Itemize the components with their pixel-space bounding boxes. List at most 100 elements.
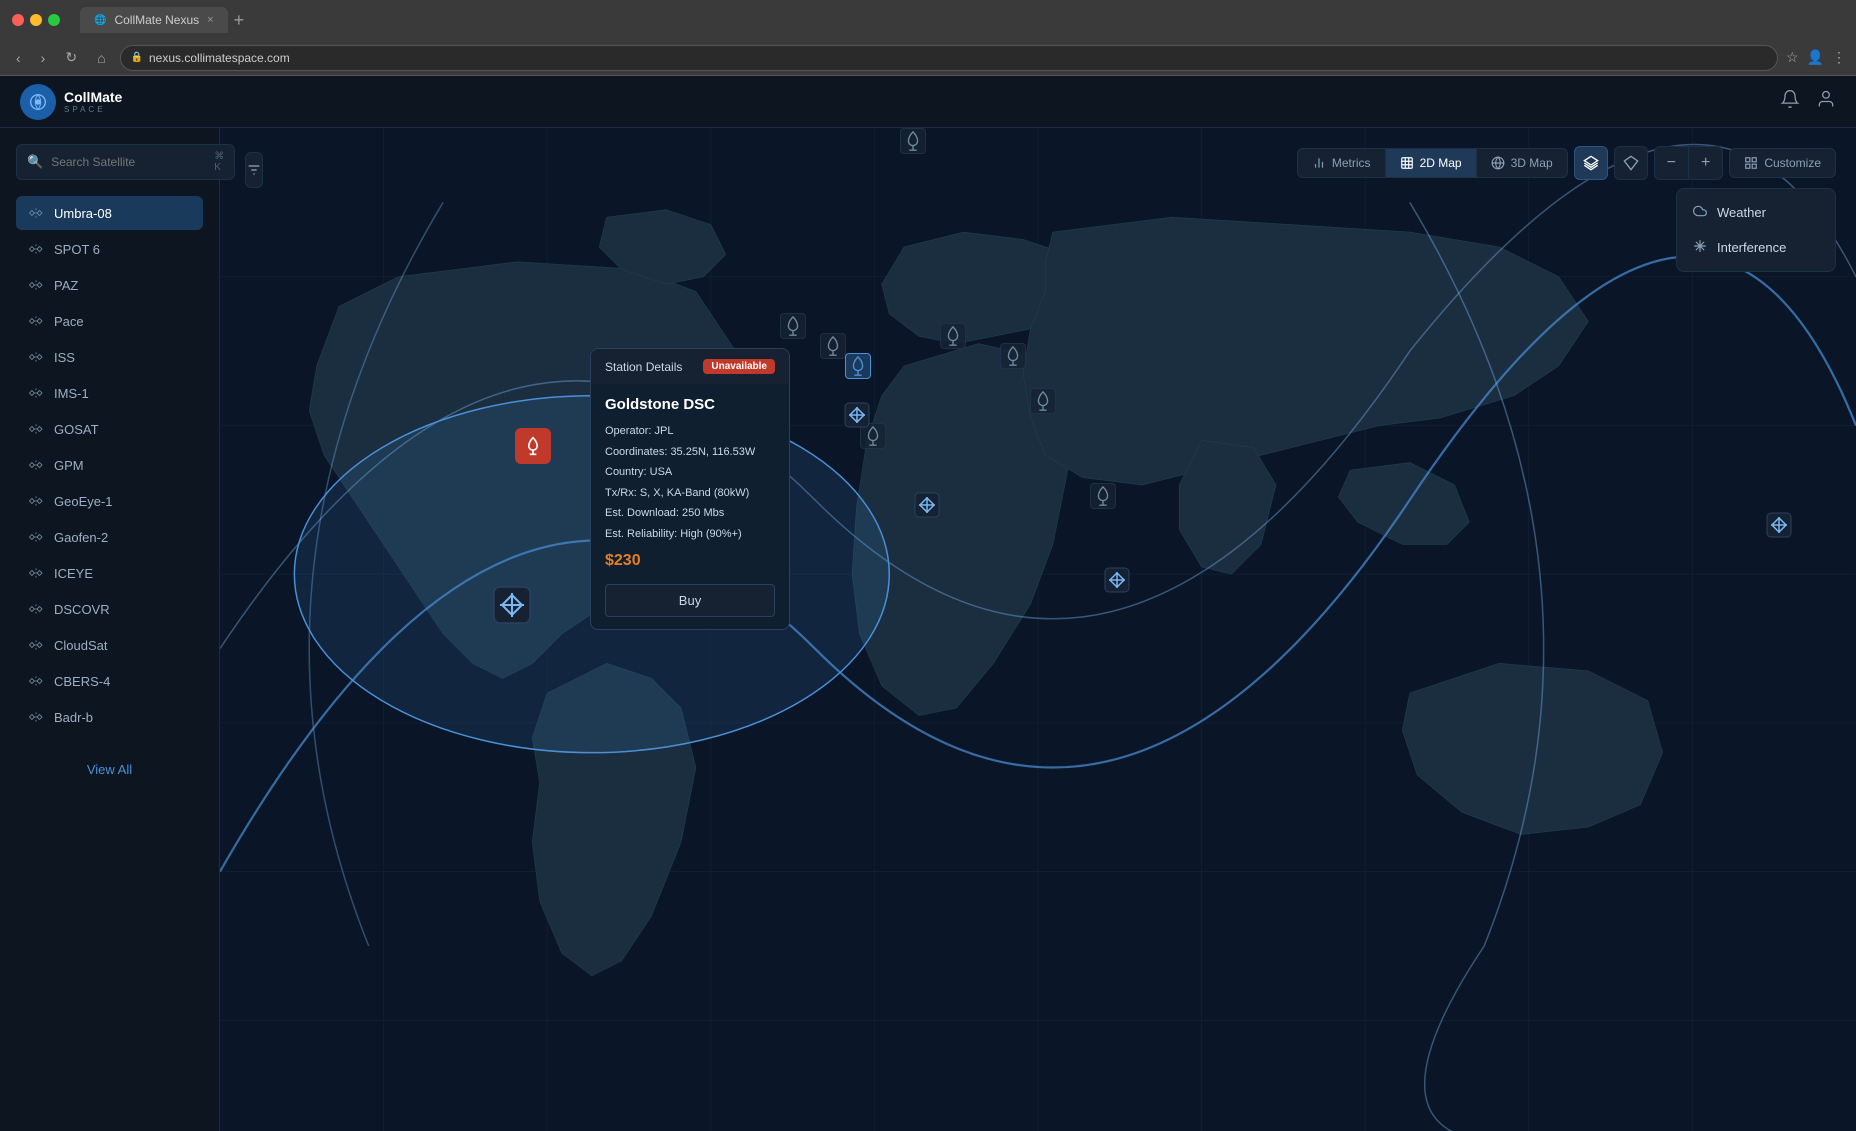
logo-name: CollMate [64, 89, 122, 105]
reliability-detail: Est. Reliability: High (90%+) [605, 526, 775, 543]
maximize-button[interactable] [48, 14, 60, 26]
satellite-item-iceye[interactable]: ICEYE [16, 556, 203, 590]
tab-title: CollMate Nexus [114, 13, 199, 27]
satellite-item-geoeye-1[interactable]: GeoEye-1 [16, 484, 203, 518]
search-input[interactable] [51, 155, 206, 169]
satellite-icon [28, 601, 44, 617]
map-area[interactable]: Metrics 2D Map [220, 128, 1856, 1131]
satellite-name: Badr-b [54, 710, 93, 725]
availability-badge: Unavailable [703, 359, 775, 374]
new-tab-button[interactable]: + [234, 10, 245, 31]
interference-icon [1693, 239, 1707, 256]
search-bar[interactable]: 🔍 ⌘ K [16, 144, 235, 180]
metrics-icon [1312, 156, 1326, 170]
satellite-item-gpm[interactable]: GPM [16, 448, 203, 482]
menu-button[interactable]: ⋮ [1832, 49, 1846, 66]
satellite-name: ICEYE [54, 566, 93, 581]
ground-station-asia-3[interactable] [1030, 388, 1056, 414]
large-station-left[interactable] [490, 583, 534, 632]
satellite-item-ims-1[interactable]: IMS-1 [16, 376, 203, 410]
weather-option[interactable]: Weather [1677, 195, 1835, 230]
large-station-3[interactable] [1100, 563, 1134, 602]
minimize-button[interactable] [30, 14, 42, 26]
address-bar[interactable]: 🔒 nexus.collimatespace.com [120, 45, 1778, 71]
txrx-detail: Tx/Rx: S, X, KA-Band (80kW) [605, 485, 775, 502]
satellite-icon [28, 205, 44, 221]
ground-station-europe-2[interactable] [820, 333, 846, 359]
country-value: USA [650, 466, 673, 478]
satellite-icon [28, 673, 44, 689]
coordinates-detail: Coordinates: 35.25N, 116.53W [605, 444, 775, 461]
app-header: CollMate SPACE [0, 76, 1856, 128]
satellite-item-umbra-08[interactable]: Umbra-08 [16, 196, 203, 230]
satellite-name: Pace [54, 314, 84, 329]
download-label: Est. Download: [605, 507, 679, 519]
satellite-icon [28, 529, 44, 545]
map-2d-label: 2D Map [1420, 156, 1462, 170]
weather-label: Weather [1717, 205, 1766, 220]
ground-station-europe-1[interactable] [780, 313, 806, 339]
user-profile-button[interactable] [1816, 89, 1836, 114]
main-content: 🔍 ⌘ K [0, 128, 1856, 1131]
customize-button[interactable]: Customize [1729, 148, 1836, 178]
reliability-label: Est. Reliability: [605, 528, 677, 540]
diamond-button[interactable] [1614, 146, 1648, 180]
ground-station-africa-2[interactable] [900, 128, 926, 154]
logo-subtitle: SPACE [64, 105, 122, 114]
satellite-item-paz[interactable]: PAZ [16, 268, 203, 302]
satellite-item-iss[interactable]: ISS [16, 340, 203, 374]
tab-bar: 🌐 CollMate Nexus × + [80, 7, 244, 33]
large-station-2[interactable] [910, 488, 944, 527]
home-button[interactable]: ⌂ [91, 46, 111, 70]
map-2d-button[interactable]: 2D Map [1386, 149, 1477, 177]
satellite-name: Umbra-08 [54, 206, 112, 221]
view-all-link[interactable]: View All [16, 754, 203, 785]
download-detail: Est. Download: 250 Mbs [605, 505, 775, 522]
search-shortcut: ⌘ K [214, 151, 224, 173]
satellite-name: CBERS-4 [54, 674, 110, 689]
notification-button[interactable] [1780, 89, 1800, 114]
satellite-item-dscovr[interactable]: DSCOVR [16, 592, 203, 626]
satellite-item-badr-b[interactable]: Badr-b [16, 700, 203, 734]
filter-button[interactable] [245, 152, 263, 188]
active-tab[interactable]: 🌐 CollMate Nexus × [80, 7, 228, 33]
weather-icon [1693, 204, 1707, 221]
satellite-item-cloudsat[interactable]: CloudSat [16, 628, 203, 662]
ground-station-highlighted[interactable] [845, 353, 871, 379]
customize-label: Customize [1764, 156, 1821, 170]
back-button[interactable]: ‹ [10, 46, 27, 70]
satellite-item-spot-6[interactable]: SPOT 6 [16, 232, 203, 266]
layers-button[interactable] [1574, 146, 1608, 180]
interference-option[interactable]: Interference [1677, 230, 1835, 265]
satellite-item-cbers-4[interactable]: CBERS-4 [16, 664, 203, 698]
map-toolbar: Metrics 2D Map [1297, 146, 1836, 180]
txrx-value: S, X, KA-Band (80kW) [640, 487, 749, 499]
close-button[interactable] [12, 14, 24, 26]
map-3d-button[interactable]: 3D Map [1477, 149, 1567, 177]
forward-button[interactable]: › [35, 46, 52, 70]
ground-station-asia-1[interactable] [940, 323, 966, 349]
map-3d-label: 3D Map [1511, 156, 1553, 170]
logo: CollMate SPACE [20, 84, 122, 120]
satellite-item-pace[interactable]: Pace [16, 304, 203, 338]
large-station-1[interactable] [840, 398, 874, 437]
zoom-out-button[interactable]: − [1655, 147, 1689, 179]
refresh-button[interactable]: ↻ [59, 45, 83, 70]
satellite-item-gaofen-2[interactable]: Gaofen-2 [16, 520, 203, 554]
overlay-dropdown: Weather Interference [1676, 188, 1836, 272]
ground-station-aus-1[interactable] [1090, 483, 1116, 509]
satellite-name: DSCOVR [54, 602, 110, 617]
satellite-item-gosat[interactable]: GOSAT [16, 412, 203, 446]
buy-button[interactable]: Buy [605, 584, 775, 617]
station-marker-active[interactable] [515, 428, 551, 464]
satellite-icon [28, 709, 44, 725]
tab-close-btn[interactable]: × [207, 14, 213, 26]
bookmark-button[interactable]: ☆ [1786, 49, 1799, 66]
reliability-value: High (90%+) [680, 528, 741, 540]
large-station-right[interactable] [1762, 508, 1796, 547]
ground-station-asia-2[interactable] [1000, 343, 1026, 369]
zoom-in-button[interactable]: + [1689, 147, 1722, 179]
profile-button[interactable]: 👤 [1807, 49, 1824, 66]
satellite-icon [28, 637, 44, 653]
metrics-button[interactable]: Metrics [1298, 149, 1386, 177]
